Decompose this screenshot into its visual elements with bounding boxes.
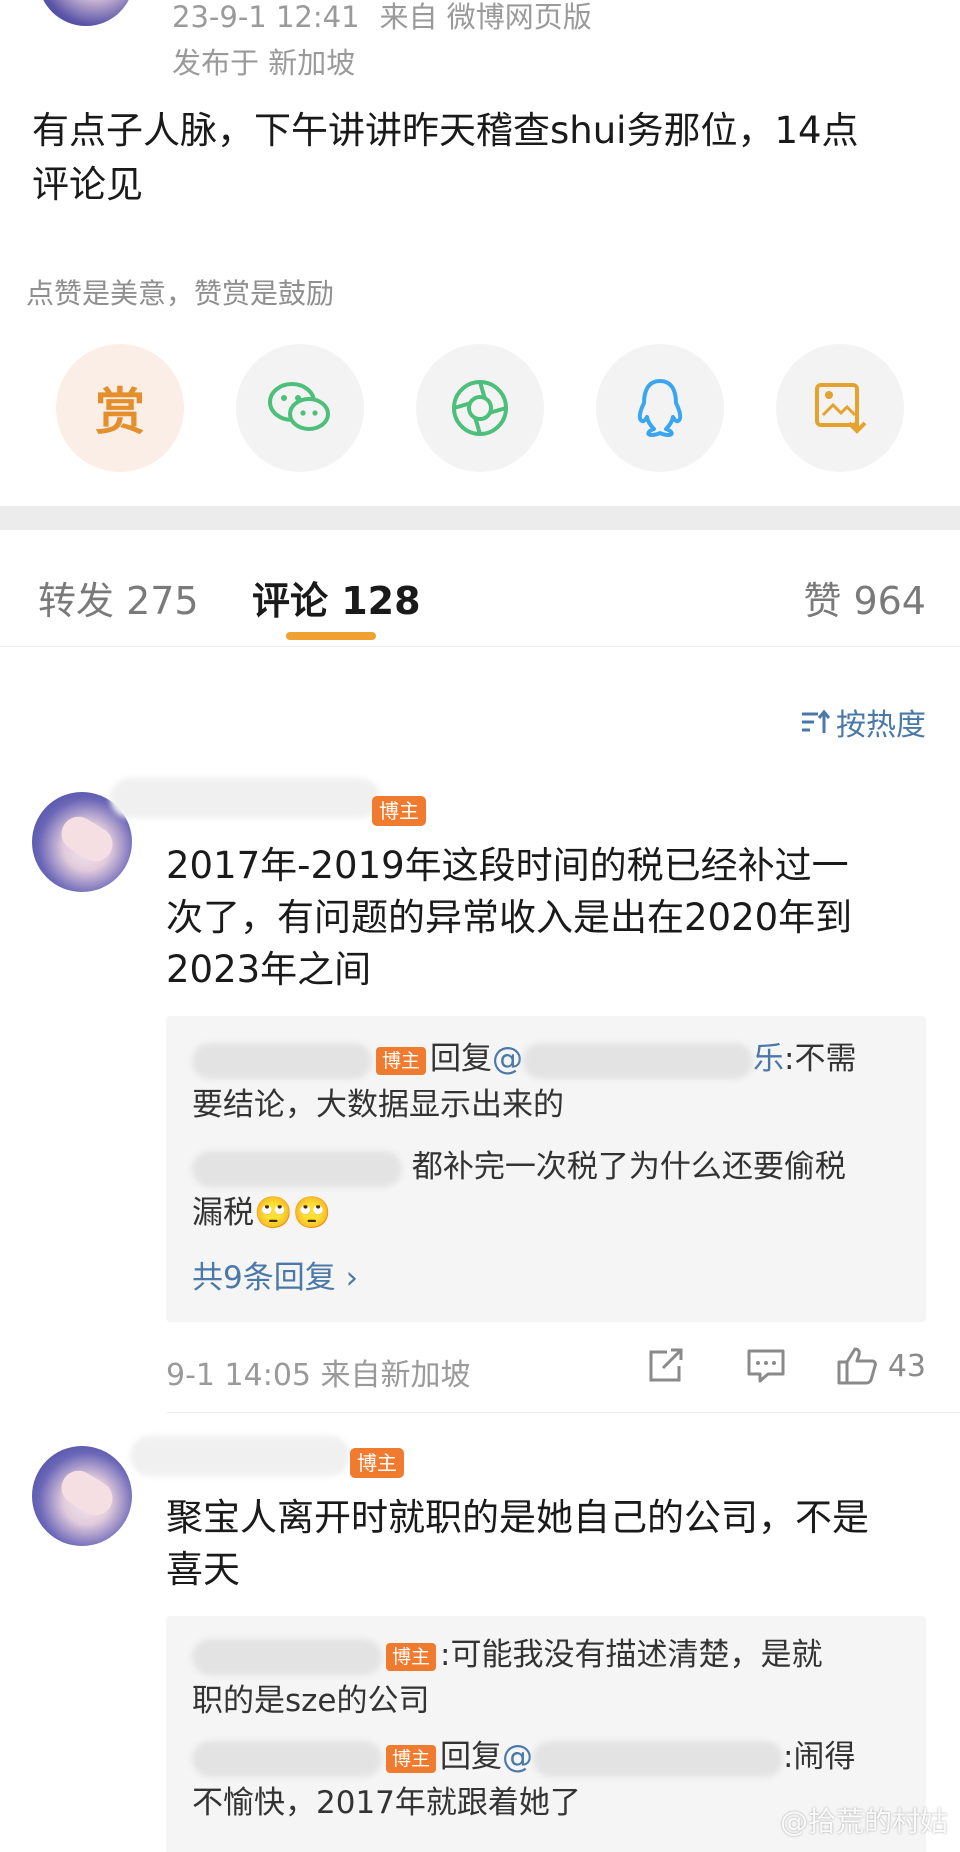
- comment-text: 聚宝人离开时就职的是她自己的公司，不是 喜天: [166, 1492, 936, 1596]
- commenter-name-blurred[interactable]: [110, 778, 380, 818]
- comment-text-line: 喜天: [166, 1548, 240, 1591]
- comment-location: 来自新加坡: [320, 1358, 471, 1393]
- repost-comment-button[interactable]: [616, 1348, 716, 1384]
- reply-author-blurred: [192, 1042, 372, 1079]
- weibo-post-page: 23-9-1 12:41 来自 微博网页版 发布于 新加坡 有点子人脉，下午讲讲昨…: [0, 0, 960, 1852]
- comment-text-line: 聚宝人离开时就职的是她自己的公司，不是: [166, 1496, 869, 1539]
- reward-hint: 点赞是美意，赞赏是鼓励: [26, 277, 335, 310]
- share-wechat-button[interactable]: [236, 344, 364, 472]
- save-image-button[interactable]: [776, 344, 904, 472]
- comment-meta: 9-1 14:05 来自新加坡: [166, 1350, 471, 1394]
- reply-item: 博主:可能我没有描述清楚，是就: [192, 1632, 912, 1678]
- reply-author-blurred: [192, 1150, 402, 1187]
- reply-item: 博主 回复@ 乐:不需: [192, 1036, 912, 1082]
- reply-comment-button[interactable]: [716, 1348, 816, 1384]
- author-badge: 博主: [372, 796, 426, 826]
- post-source: 来自 微博网页版: [379, 0, 592, 34]
- share-icon: [649, 1348, 683, 1382]
- comment-text: 2017年-2019年这段时间的税已经补过一 次了，有问题的异常收入是出在202…: [166, 840, 936, 996]
- thumbs-up-icon: [837, 1347, 877, 1385]
- post-text-line: 有点子人脉，下午讲讲昨天稽查shui务那位，14点: [32, 109, 859, 152]
- weibo-watermark: @拾荒的村姑: [779, 1805, 948, 1838]
- author-badge: 博主: [376, 1046, 427, 1075]
- share-moments-button[interactable]: [416, 344, 544, 472]
- save-image-icon: [815, 383, 867, 434]
- commenter-name-blurred[interactable]: [130, 1436, 350, 1476]
- author-avatar[interactable]: [38, 0, 134, 26]
- commenter-avatar[interactable]: [32, 1446, 132, 1546]
- comment-icon: [747, 1349, 785, 1383]
- section-separator: [0, 506, 960, 530]
- active-tab-indicator: [286, 632, 376, 640]
- wechat-icon: [268, 382, 330, 431]
- comment-divider: [166, 1412, 960, 1413]
- comment-text-line: 次了，有问题的异常收入是出在2020年到: [166, 896, 853, 939]
- author-badge: 博主: [386, 1744, 437, 1773]
- reply-item: 都补完一次税了为什么还要偷税: [192, 1144, 912, 1190]
- sort-label: 按热度: [836, 708, 926, 743]
- comment-text-line: 2023年之间: [166, 948, 372, 991]
- reward-label: 赏: [95, 383, 145, 441]
- sort-by-hotness-button[interactable]: 按热度: [800, 700, 926, 744]
- reward-button[interactable]: 赏: [56, 344, 184, 472]
- like-count: 43: [887, 1348, 926, 1384]
- post-body: 有点子人脉，下午讲讲昨天稽查shui务那位，14点 评论见: [32, 104, 932, 212]
- share-qq-button[interactable]: [596, 344, 724, 472]
- sort-icon: [802, 709, 830, 733]
- tab-repost[interactable]: 转发 275: [38, 570, 199, 625]
- share-row: 赏: [0, 344, 960, 474]
- moments-icon: [452, 380, 508, 436]
- mention-link[interactable]: @: [502, 1739, 784, 1777]
- reply-item-continued: 要结论，大数据显示出来的: [192, 1087, 564, 1123]
- reply-thread[interactable]: 博主 回复@ 乐:不需 要结论，大数据显示出来的 都补完一次税了为什么还要偷税 漏税…: [166, 1016, 926, 1322]
- post-location: 发布于 新加坡: [172, 46, 356, 80]
- reply-item-continued: 职的是sze的公司: [192, 1683, 430, 1719]
- post-meta-time-source: 23-9-1 12:41 来自 微博网页版: [172, 0, 592, 36]
- tab-comments[interactable]: 评论 128: [252, 570, 421, 625]
- author-badge: 博主: [386, 1642, 437, 1671]
- comment-time: 9-1 14:05: [166, 1358, 311, 1393]
- comment-actions: 43: [616, 1346, 926, 1386]
- qq-icon: [637, 379, 683, 437]
- tab-likes[interactable]: 赞 964: [803, 570, 926, 625]
- interaction-tabs: 转发 275 评论 128 赞 964: [0, 530, 960, 647]
- reply-item: 博主 回复@:闹得: [192, 1734, 912, 1780]
- reply-author-blurred: [192, 1740, 382, 1777]
- reply-item-continued: 漏税🙄🙄: [192, 1195, 332, 1231]
- like-comment-button[interactable]: 43: [816, 1346, 926, 1386]
- comment-text-line: 2017年-2019年这段时间的税已经补过一: [166, 844, 849, 887]
- post-time: 23-9-1 12:41: [172, 0, 360, 34]
- reply-author-blurred: [192, 1638, 382, 1675]
- mention-link[interactable]: @ 乐: [492, 1041, 784, 1079]
- author-badge: 博主: [350, 1448, 404, 1478]
- post-text-line: 评论见: [32, 163, 143, 206]
- more-replies-link[interactable]: 共9条回复 ›: [192, 1252, 358, 1297]
